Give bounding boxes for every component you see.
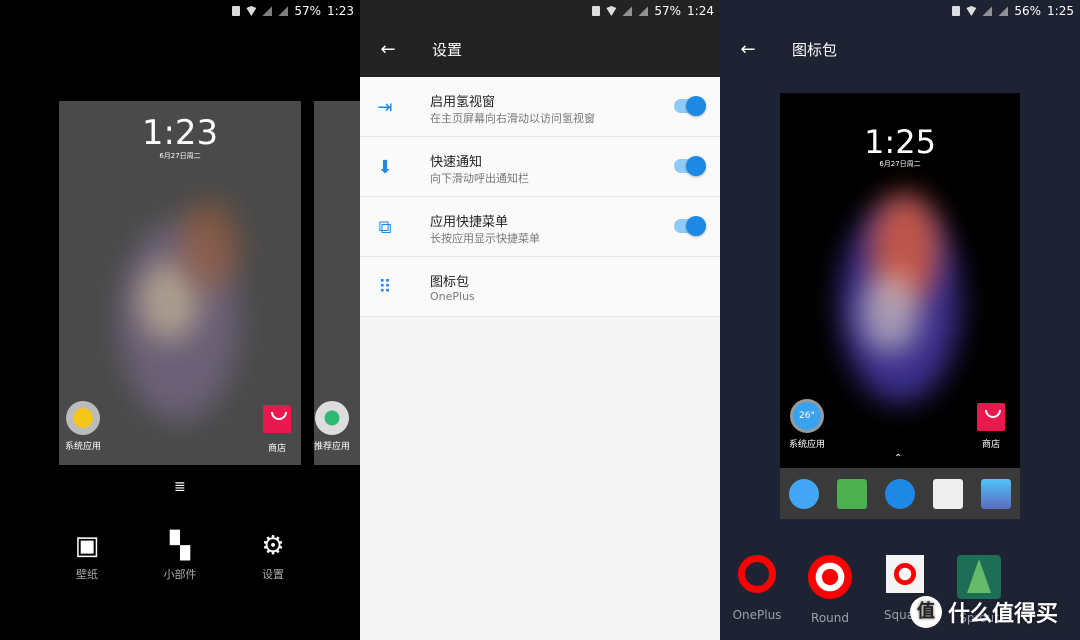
signal-icon: [998, 6, 1009, 16]
homescreen-page-card[interactable]: 推荐应用: [314, 101, 360, 465]
icon-pack-oneplus[interactable]: OnePlus: [722, 555, 792, 622]
shelf-icon: ⇥: [377, 97, 393, 118]
chevron-up-icon: ⌃: [894, 453, 903, 464]
status-bar: 56% 1:25: [720, 0, 1080, 22]
back-arrow-icon[interactable]: ←: [720, 39, 776, 60]
setting-subtitle: 长按应用显示快捷菜单: [430, 232, 540, 245]
app-label: 商店: [981, 440, 1000, 450]
battery-level: 56%: [1014, 4, 1042, 18]
sprout-pack-icon: [957, 555, 1001, 599]
settings-button[interactable]: ⚙ 设置: [243, 530, 303, 582]
wifi-icon: [966, 6, 977, 16]
assistant-icon: [885, 478, 915, 509]
button-label: 壁纸: [76, 568, 98, 581]
grid-icon: ⠿: [378, 277, 392, 298]
camera-icon: [933, 478, 963, 509]
wallpaper-icon: ▣: [74, 531, 100, 561]
setting-shelf[interactable]: ⇥ 启用氢视窗在主页屏幕向右滑动以访问氢视窗: [360, 77, 720, 137]
toolbar: ← 图标包: [720, 22, 1080, 77]
launcher-edit-screen: 57% 1:23 1:23 6月27日周二 系统应用 商店 推荐应用 ≣ ▣ 壁纸 …: [0, 0, 360, 640]
icon-pack-round[interactable]: Round: [795, 555, 865, 625]
wallpaper-button[interactable]: ▣ 壁纸: [57, 530, 117, 582]
open-external-icon: ⧉: [378, 217, 392, 238]
status-time: 1:24: [687, 4, 714, 18]
homescreen-page-card[interactable]: 1:23 6月27日周二 系统应用 商店: [59, 101, 301, 465]
oneplus-pack-icon: [738, 555, 776, 593]
signal-icon: [262, 6, 273, 16]
signal-icon: [278, 6, 289, 16]
date: 6月27日周二: [879, 160, 921, 168]
wifi-icon: [606, 6, 617, 16]
battery-level: 57%: [294, 4, 322, 18]
signal-icon: [638, 6, 649, 16]
setting-icon-pack[interactable]: ⠿ 图标包 OnePlus: [360, 257, 720, 317]
square-pack-icon: [886, 555, 924, 593]
gallery-icon: [981, 478, 1011, 509]
weather-icon: 26°: [790, 399, 824, 433]
menu-lines-icon[interactable]: ≣: [174, 479, 186, 495]
status-time: 1:25: [1047, 4, 1074, 18]
app-system[interactable]: 系统应用: [59, 401, 113, 452]
app-label: 系统应用: [64, 442, 101, 452]
setting-title: 快速通知: [430, 155, 483, 170]
status-bar: 57% 1:23: [0, 0, 360, 22]
vibrate-icon: [952, 6, 961, 16]
icon-pack-screen: 56% 1:25 ← 图标包 1:25 6月27日周二 26° 系统应用 商店 ⌃ O…: [720, 0, 1080, 640]
signal-icon: [622, 6, 633, 16]
status-bar: 57% 1:24: [360, 0, 720, 22]
messages-icon: [837, 478, 867, 509]
app-system: 26° 系统应用: [780, 399, 837, 450]
toggle-switch[interactable]: [674, 96, 706, 116]
icon-pack-preview: 1:25 6月27日周二 26° 系统应用 商店 ⌃: [780, 93, 1020, 519]
widgets-button[interactable]: ▚ 小部件: [150, 530, 210, 582]
watermark: 值什么值得买: [910, 596, 1058, 628]
battery-level: 57%: [654, 4, 682, 18]
setting-subtitle: OnePlus: [430, 290, 475, 303]
widgets-icon: ▚: [170, 531, 190, 561]
clock: 1:25: [864, 123, 936, 161]
setting-title: 应用快捷菜单: [430, 215, 509, 230]
button-label: 设置: [262, 568, 284, 581]
toggle-switch[interactable]: [674, 156, 706, 176]
setting-app-shortcuts[interactable]: ⧉ 应用快捷菜单长按应用显示快捷菜单: [360, 197, 720, 257]
app-recommended[interactable]: 推荐应用: [302, 401, 360, 452]
setting-title: 启用氢视窗: [430, 95, 496, 110]
round-pack-icon: [808, 555, 852, 599]
weather-icon: [66, 401, 100, 435]
button-label: 小部件: [163, 568, 197, 581]
shopping-bag-icon: [977, 403, 1005, 431]
watermark-text: 什么值得买: [948, 602, 1059, 627]
app-label: 推荐应用: [313, 442, 350, 452]
status-time: 1:23: [327, 4, 354, 18]
pack-label: OnePlus: [732, 608, 782, 622]
dock: [780, 468, 1020, 519]
vibrate-icon: [232, 6, 241, 16]
video-app-icon: [315, 401, 349, 435]
pack-label: Round: [811, 611, 849, 625]
arrow-down-icon: ⬇: [377, 157, 393, 178]
clock: 1:23: [141, 113, 219, 153]
shopping-bag-icon: [263, 405, 291, 433]
phone-icon: [789, 478, 819, 509]
toolbar: ← 设置: [360, 22, 720, 77]
page-title: 设置: [432, 41, 463, 59]
toggle-switch[interactable]: [674, 216, 706, 236]
app-label: 系统应用: [788, 440, 825, 450]
wifi-icon: [246, 6, 257, 16]
vibrate-icon: [592, 6, 601, 16]
app-store[interactable]: 商店: [247, 405, 301, 454]
back-arrow-icon[interactable]: ←: [360, 39, 416, 60]
setting-subtitle: 在主页屏幕向右滑动以访问氢视窗: [430, 112, 595, 125]
settings-screen: 57% 1:24 ← 设置 ⇥ 启用氢视窗在主页屏幕向右滑动以访问氢视窗 ⬇ 快速通知向…: [360, 0, 720, 640]
page-title: 图标包: [792, 41, 838, 59]
signal-icon: [982, 6, 993, 16]
app-label: 商店: [267, 444, 286, 454]
gear-icon: ⚙: [261, 531, 285, 561]
setting-title: 图标包: [430, 275, 470, 290]
date: 6月27日周二: [159, 152, 201, 160]
setting-quick-notification[interactable]: ⬇ 快速通知向下滑动呼出通知栏: [360, 137, 720, 197]
setting-subtitle: 向下滑动呼出通知栏: [430, 172, 529, 185]
app-store: 商店: [961, 403, 1020, 450]
watermark-logo: 值: [910, 596, 942, 628]
